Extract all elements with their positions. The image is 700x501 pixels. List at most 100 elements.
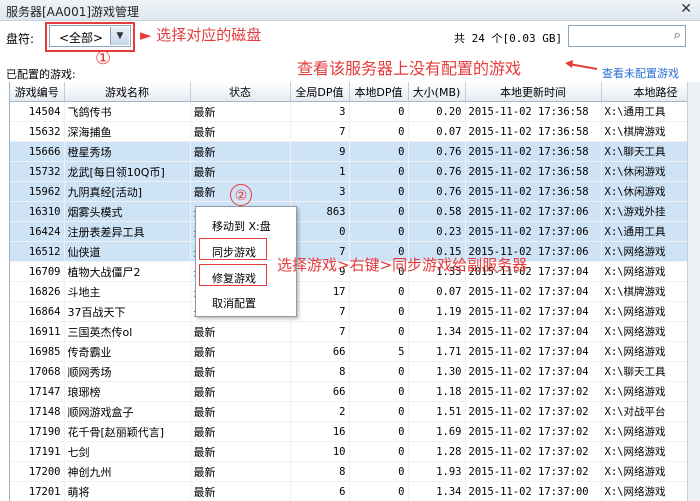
cell-name: 传奇霸业	[64, 341, 191, 362]
table-row[interactable]: 17068 顺网秀场 最新 8 0 1.30 2015-11-02 17:37:04 X:\聊…	[10, 361, 700, 382]
search-icon[interactable]: ⌕	[674, 28, 681, 43]
cell-gdp: 9	[290, 141, 350, 162]
cell-time: 2015-11-02 17:37:04	[465, 301, 602, 322]
table-row[interactable]: 17147 琅琊榜 最新 66 0 1.18 2015-11-02 17:37:02 X:\网…	[10, 381, 700, 402]
cell-size: 1.51	[408, 401, 466, 422]
cell-status: 最新	[190, 141, 291, 162]
column-header[interactable]: 大小(MB)	[408, 82, 466, 102]
cell-id: 17190	[10, 421, 65, 442]
cell-ldp: 0	[349, 101, 409, 122]
close-icon[interactable]: ✕	[680, 1, 692, 17]
cell-status: 最新	[190, 121, 291, 142]
cell-ldp: 0	[349, 461, 409, 482]
cell-id: 15962	[10, 181, 65, 202]
table-row[interactable]: 15666 橙星秀场 最新 9 0 0.76 2015-11-02 17:36:58 X:\聊…	[10, 141, 700, 162]
disk-label: 盘符:	[6, 32, 35, 46]
cell-time: 2015-11-02 17:36:58	[465, 161, 602, 182]
cell-name: 斗地主	[64, 281, 191, 302]
cell-name: 37百战天下	[64, 301, 191, 322]
cell-ldp: 0	[349, 441, 409, 462]
cell-size: 0.76	[408, 161, 466, 182]
cell-time: 2015-11-02 17:37:02	[465, 421, 602, 442]
cell-gdp: 10	[290, 441, 350, 462]
table-row[interactable]: 16310烟雾头模式最新86300.582015-11-02 17:37:06X…	[10, 201, 700, 222]
cell-size: 1.71	[408, 341, 466, 362]
disk-highlight-box	[45, 22, 135, 52]
cell-id: 16709	[10, 261, 65, 282]
cell-ldp: 0	[349, 281, 409, 302]
table-row[interactable]: 15732 龙武[每日领10Q币] 最新 1 0 0.76 2015-11-02 17:36…	[10, 161, 700, 182]
table-row[interactable]: 17148 顺网游戏盒子 最新 2 0 1.51 2015-11-02 17:37:02 X:…	[10, 401, 700, 422]
cell-time: 2015-11-02 17:37:06	[465, 201, 602, 222]
annotation-circle-2: ②	[230, 184, 252, 206]
cell-time: 2015-11-02 17:37:04	[465, 321, 602, 342]
vertical-scrollbar[interactable]	[687, 82, 700, 501]
cell-path: X:\网络游戏	[601, 421, 700, 442]
cell-path: X:\聊天工具	[601, 141, 700, 162]
cell-status: 最新	[190, 441, 291, 462]
cell-ldp: 0	[349, 381, 409, 402]
cell-time: 2015-11-02 17:37:06	[465, 221, 602, 242]
cell-id: 15632	[10, 121, 65, 142]
configured-games-label: 已配置的游戏:	[6, 68, 76, 81]
cell-time: 2015-11-02 17:37:04	[465, 281, 602, 302]
table-row[interactable]: 16826斗地主最新1700.072015-11-02 17:37:04X:\棋…	[10, 281, 700, 302]
table-row[interactable]: 17200 神创九州 最新 8 0 1.93 2015-11-02 17:37:02 X:\网…	[10, 461, 700, 482]
cell-name: 龙武[每日领10Q币]	[64, 161, 191, 182]
cell-time: 2015-11-02 17:36:58	[465, 121, 602, 142]
cell-path: X:\棋牌游戏	[601, 281, 700, 302]
cell-name: 烟雾头模式	[64, 201, 191, 222]
menu-item-move-to-x[interactable]: 移动到 X:盘	[212, 218, 271, 234]
cell-gdp: 8	[290, 361, 350, 382]
cell-path: X:\对战平台	[601, 401, 700, 422]
search-input[interactable]: ⌕	[568, 25, 686, 47]
cell-path: X:\网络游戏	[601, 261, 700, 282]
table-row[interactable]: 14504 飞鸽传书 最新 3 0 0.20 2015-11-02 17:36:58 X:\通…	[10, 101, 700, 122]
table-row[interactable]: 15962 九阴真经[活动] 最新 3 0 0.76 2015-11-02 17:36:58…	[10, 181, 700, 202]
table-row[interactable]: 17191 七剑 最新 10 0 1.28 2015-11-02 17:37:02 X:\网络…	[10, 441, 700, 462]
column-header[interactable]: 本地路径	[601, 82, 700, 102]
sync-highlight-box	[199, 238, 267, 260]
menu-item-unconfigure[interactable]: 取消配置	[212, 295, 256, 311]
cell-status: 最新	[190, 481, 291, 501]
table-row[interactable]: 16911 三国英杰传ol 最新 7 0 1.34 2015-11-02 17:37:04 X…	[10, 321, 700, 342]
cell-id: 16985	[10, 341, 65, 362]
cell-time: 2015-11-02 17:37:02	[465, 441, 602, 462]
cell-id: 16424	[10, 221, 65, 242]
cell-id: 14504	[10, 101, 65, 122]
table-row[interactable]: 16985 传奇霸业 最新 66 5 1.71 2015-11-02 17:37:04 X:\…	[10, 341, 700, 362]
cell-gdp: 7	[290, 321, 350, 342]
column-header[interactable]: 游戏编号	[10, 82, 65, 102]
cell-gdp: 16	[290, 421, 350, 442]
table-row[interactable]: 1686437百战天下最新701.192015-11-02 17:37:04X:…	[10, 301, 700, 322]
cell-status: 最新	[190, 461, 291, 482]
table-row[interactable]: 17201 萌将 最新 6 0 1.34 2015-11-02 17:37:00 X:\网络游…	[10, 481, 700, 501]
cell-name: 七剑	[64, 441, 191, 462]
cell-time: 2015-11-02 17:36:58	[465, 101, 602, 122]
cell-gdp: 3	[290, 101, 350, 122]
cell-ldp: 0	[349, 401, 409, 422]
column-header[interactable]: 本地DP值	[349, 82, 409, 102]
cell-status: 最新	[190, 341, 291, 362]
cell-name: 植物大战僵尸2	[64, 261, 191, 282]
cell-id: 15732	[10, 161, 65, 182]
cell-name: 萌将	[64, 481, 191, 501]
cell-ldp: 0	[349, 361, 409, 382]
cell-id: 16826	[10, 281, 65, 302]
cell-time: 2015-11-02 17:37:04	[465, 361, 602, 382]
column-header[interactable]: 本地更新时间	[465, 82, 602, 102]
table-row[interactable]: 17190 花千骨[赵丽颖代言] 最新 16 0 1.69 2015-11-02 17:37…	[10, 421, 700, 442]
cell-size: 1.30	[408, 361, 466, 382]
column-header[interactable]: 全局DP值	[290, 82, 350, 102]
cell-gdp: 7	[290, 301, 350, 322]
table-row[interactable]: 16424注册表差异工具最新000.232015-11-02 17:37:06X…	[10, 221, 700, 242]
cell-path: X:\休闲游戏	[601, 161, 700, 182]
cell-id: 17200	[10, 461, 65, 482]
column-header[interactable]: 状态	[190, 82, 291, 102]
annotation-check-unconfigured: 查看该服务器上没有配置的游戏	[297, 59, 522, 78]
cell-path: X:\棋牌游戏	[601, 121, 700, 142]
view-unconfigured-link[interactable]: 查看未配置游戏	[602, 65, 679, 81]
cell-size: 0.76	[408, 141, 466, 162]
column-header[interactable]: 游戏名称	[64, 82, 191, 102]
table-row[interactable]: 15632 深海捕鱼 最新 7 0 0.07 2015-11-02 17:36:58 X:\棋…	[10, 121, 700, 142]
